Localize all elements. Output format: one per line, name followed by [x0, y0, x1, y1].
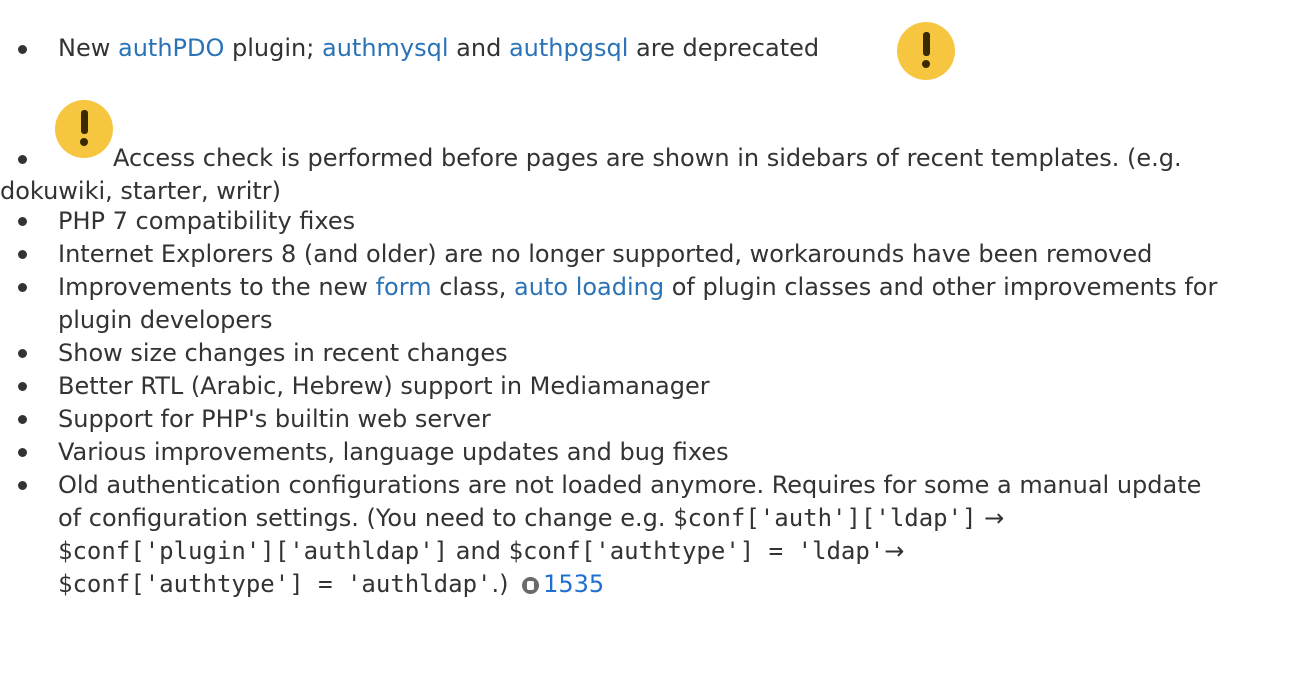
bullet [18, 415, 27, 424]
code-snippet: $conf['plugin']['authldap'] [58, 537, 449, 565]
bullet [18, 45, 27, 54]
bug-icon [522, 577, 540, 594]
bullet [18, 217, 27, 226]
list-item-text: Show size changes in recent changes [58, 339, 508, 367]
warning-icon [55, 100, 113, 158]
code-snippet: $conf['authtype'] = 'authldap' [58, 570, 492, 598]
form-link[interactable]: form [376, 273, 432, 301]
list-item: New authPDO plugin; authmysql and authpg… [0, 22, 1310, 80]
list-item: Access check is performed before pages a… [0, 100, 1310, 205]
list-item: Internet Explorers 8 (and older) are no … [0, 238, 1310, 271]
code-snippet: $conf['authtype'] = 'ldap' [508, 537, 885, 565]
list-item: Show size changes in recent changes [0, 337, 1310, 370]
bug-1535-link[interactable]: 1535 [543, 570, 604, 598]
list-item-text: dokuwiki, starter, writr) [0, 177, 282, 205]
list-item-text: $conf['authtype'] = 'authldap'.) 1535 [58, 570, 605, 598]
list-item-text: Better RTL (Arabic, Hebrew) support in M… [58, 372, 710, 400]
bullet [18, 349, 27, 358]
authmysql-link[interactable]: authmysql [322, 34, 449, 62]
list-item-text: PHP 7 compatibility fixes [58, 207, 356, 235]
list-item: Old authentication configurations are no… [0, 469, 1310, 669]
bullet [18, 481, 27, 490]
list-item-text: Internet Explorers 8 (and older) are no … [58, 240, 1153, 268]
list-item: Support for PHP's builtin web server [0, 403, 1310, 436]
bullet [18, 283, 27, 292]
bullet [18, 250, 27, 259]
authpgsql-link[interactable]: authpgsql [509, 34, 628, 62]
bullet [18, 448, 27, 457]
list-item: Better RTL (Arabic, Hebrew) support in M… [0, 370, 1310, 403]
list-item-text: plugin developers [58, 306, 273, 334]
list-item: Improvements to the new form class, auto… [0, 271, 1310, 337]
list-item-text: New authPDO plugin; authmysql and authpg… [58, 34, 820, 62]
list-item-text: Improvements to the new form class, auto… [58, 273, 1218, 301]
warning-icon [897, 22, 955, 80]
code-snippet: $conf['auth']['ldap'] [673, 504, 977, 532]
list-item-text: Old authentication configurations are no… [58, 471, 1202, 499]
authpdo-link[interactable]: authPDO [118, 34, 224, 62]
list-item-text: of configuration settings. (You need to … [58, 504, 1005, 532]
bullet [18, 382, 27, 391]
list-item: PHP 7 compatibility fixes [0, 205, 1310, 238]
list-item-text: $conf['plugin']['authldap'] and $conf['a… [58, 537, 905, 565]
list-item: Various improvements, language updates a… [0, 436, 1310, 469]
list-item-text: Support for PHP's builtin web server [58, 405, 491, 433]
list-item-text: Various improvements, language updates a… [58, 438, 729, 466]
bullet [18, 155, 27, 164]
auto-loading-link[interactable]: auto loading [514, 273, 664, 301]
list-item-text: Access check is performed before pages a… [113, 144, 1182, 172]
